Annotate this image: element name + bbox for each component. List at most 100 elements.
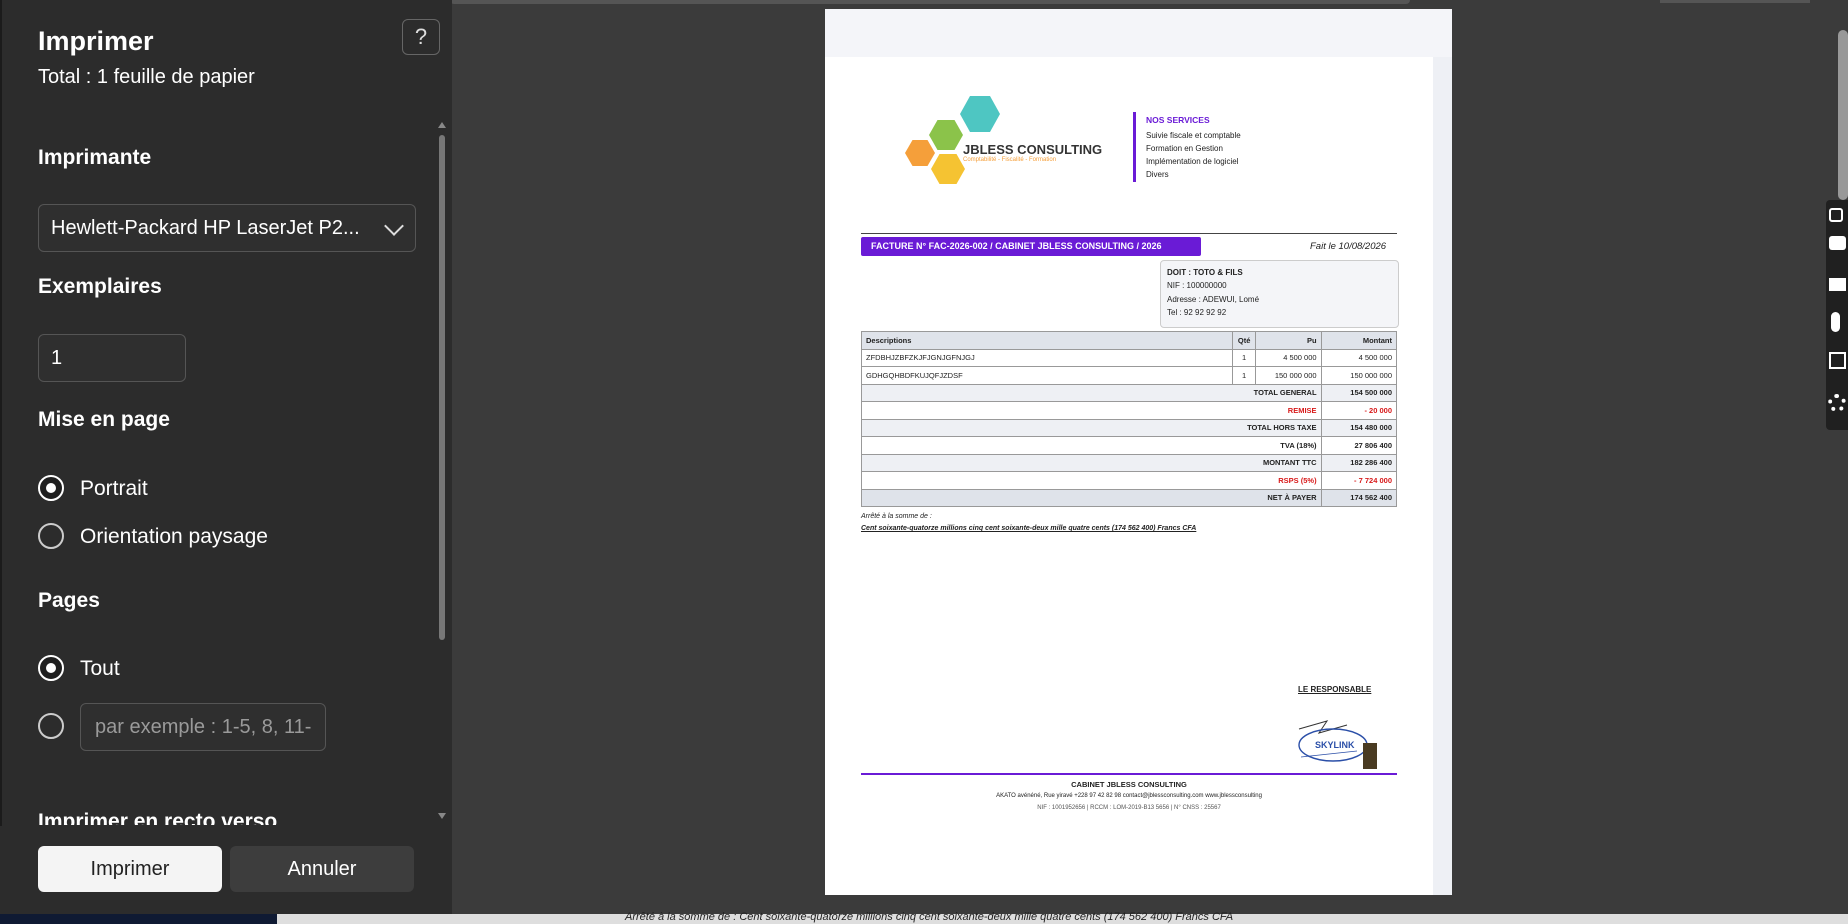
screen-icon[interactable] — [1829, 278, 1846, 291]
header-amount: Montant — [1320, 331, 1398, 350]
printer-label: Imprimante — [38, 146, 152, 169]
pages-all-label: Tout — [80, 657, 120, 680]
client-box: DOIT : TOTO & FILS NIF : 100000000 Adres… — [1160, 260, 1399, 328]
dialog-footer: Imprimer Annuler — [0, 826, 452, 924]
service-item: Divers — [1146, 170, 1169, 179]
print-button[interactable]: Imprimer — [38, 846, 222, 892]
company-tagline: Comptabilité - Fiscalité - Formation — [963, 157, 1057, 163]
microphone-icon[interactable] — [1831, 312, 1840, 332]
total-label: MONTANT TTC — [861, 453, 1322, 472]
total-row: TOTAL HORS TAXE 154 480 000 — [861, 418, 1398, 437]
page-right-band — [1433, 57, 1452, 895]
table-row: GDHGQHBDFKUJQFJZDSF 1 150 000 000 150 00… — [860, 366, 1398, 385]
dialog-title: Imprimer — [38, 26, 154, 56]
footer-ids: NIF : 1001952656 | RCCM : LOM-2019-B13 5… — [1037, 805, 1221, 811]
client-nif: NIF : 100000000 — [1167, 281, 1227, 290]
pages-range-radio[interactable] — [38, 713, 64, 739]
total-value: 27 806 400 — [1320, 436, 1398, 455]
dialog-scrollbar[interactable] — [438, 120, 446, 825]
copies-input[interactable]: 1 — [38, 334, 186, 382]
total-row: RSPS (5%) - 7 724 000 — [861, 471, 1398, 490]
client-address: Adresse : ADEWUI, Lomé — [1167, 295, 1260, 304]
chevron-down-icon — [384, 216, 404, 236]
services-title: NOS SERVICES — [1146, 115, 1210, 125]
link-icon[interactable] — [1829, 208, 1843, 222]
rsps-value: - 7 724 000 — [1320, 471, 1398, 490]
amount-words: Cent soixante-quatorze millions cinq cen… — [861, 525, 1197, 532]
stamp-text: SKYLINK — [1315, 740, 1355, 750]
invoice-date: Fait le 10/08/2026 — [1310, 241, 1387, 252]
net-value: 174 562 400 — [1320, 488, 1398, 507]
total-row: TOTAL GENERAL 154 500 000 — [861, 383, 1398, 402]
invoice-table: Descriptions Qté Pu Montant ZFDBHJZBFZKJ… — [860, 331, 1398, 507]
browser-top-bar — [450, 0, 1410, 4]
total-value: 182 286 400 — [1320, 453, 1398, 472]
taskbar-left — [0, 914, 277, 924]
pages-range-placeholder: par exemple : 1-5, 8, 11- — [95, 716, 312, 738]
printer-select[interactable]: Hewlett-Packard HP LaserJet P2... — [38, 204, 416, 252]
portrait-radio[interactable] — [38, 475, 64, 501]
browser-top-bar-right — [1660, 0, 1810, 3]
scroll-up-icon[interactable] — [438, 122, 446, 128]
pages-label: Pages — [38, 589, 100, 612]
total-label: TOTAL HORS TAXE — [861, 418, 1322, 437]
invoice-title: FACTURE N° FAC-2026-002 / CABINET JBLESS… — [861, 237, 1201, 256]
row-amount: 150 000 000 — [1320, 366, 1398, 385]
service-item: Suivie fiscale et comptable — [1146, 131, 1241, 140]
responsible-label: LE RESPONSABLE — [1298, 685, 1372, 694]
camera-icon[interactable] — [1829, 236, 1846, 250]
footer-divider — [861, 773, 1397, 775]
pages-range-input[interactable]: par exemple : 1-5, 8, 11- — [80, 703, 326, 751]
print-preview-page: JBLESS CONSULTING Comptabilité - Fiscali… — [825, 9, 1452, 895]
header-qty: Qté — [1232, 331, 1257, 350]
client-phone: Tel : 92 92 92 92 — [1167, 308, 1227, 317]
pages-all-radio[interactable] — [38, 655, 64, 681]
total-row: TVA (18%) 27 806 400 — [861, 436, 1398, 455]
row-description: GDHGQHBDFKUJQFJZDSF — [860, 366, 1234, 385]
table-header-row: Descriptions Qté Pu Montant — [860, 331, 1398, 350]
window-icon[interactable] — [1829, 352, 1846, 369]
copies-label: Exemplaires — [38, 275, 162, 298]
net-row: NET À PAYER 174 562 400 — [861, 488, 1398, 507]
discount-label: REMISE — [861, 401, 1322, 420]
side-toolbar — [1826, 200, 1848, 430]
rsps-label: RSPS (5%) — [861, 471, 1322, 490]
total-value: 154 500 000 — [1320, 383, 1398, 402]
net-label: NET À PAYER — [861, 488, 1322, 507]
landscape-radio[interactable] — [38, 523, 64, 549]
background-page-strip: Arrêté à la somme de : Cent soixante-qua… — [277, 911, 1848, 924]
row-qty: 1 — [1232, 348, 1257, 367]
row-pu: 150 000 000 — [1255, 366, 1322, 385]
help-button[interactable]: ? — [402, 19, 440, 55]
total-row: REMISE - 20 000 — [861, 401, 1398, 420]
window-scrollbar[interactable] — [1838, 30, 1848, 200]
row-description: ZFDBHJZBFZKJFJGNJGFNJGJ — [860, 348, 1234, 367]
gear-icon[interactable] — [1828, 394, 1846, 412]
scroll-thumb[interactable] — [439, 135, 445, 640]
duplex-label: Imprimer en recto verso — [38, 810, 278, 825]
row-qty: 1 — [1232, 366, 1257, 385]
row-pu: 4 500 000 — [1255, 348, 1322, 367]
print-dialog: Imprimer Total : 1 feuille de papier ? I… — [0, 0, 452, 924]
printer-value: Hewlett-Packard HP LaserJet P2... — [51, 217, 360, 239]
cancel-button[interactable]: Annuler — [230, 846, 414, 892]
service-item: Implémentation de logiciel — [1146, 157, 1239, 166]
table-row: ZFDBHJZBFZKJFJGNJGFNJGJ 1 4 500 000 4 50… — [860, 348, 1398, 367]
company-name: JBLESS CONSULTING — [963, 142, 1103, 157]
scroll-down-icon[interactable] — [438, 813, 446, 819]
portrait-label: Portrait — [80, 477, 148, 500]
header-pu: Pu — [1255, 331, 1322, 350]
settings-scroll-area: Imprimante Hewlett-Packard HP LaserJet P… — [0, 120, 452, 825]
header-divider — [861, 233, 1397, 234]
layout-label: Mise en page — [38, 408, 170, 431]
background-amount-text: Arrêté à la somme de : Cent soixante-qua… — [625, 911, 1234, 923]
sheet-count: Total : 1 feuille de papier — [38, 66, 255, 88]
footer-company: CABINET JBLESS CONSULTING — [1071, 780, 1187, 789]
total-row: MONTANT TTC 182 286 400 — [861, 453, 1398, 472]
copies-value: 1 — [51, 347, 63, 369]
header-descriptions: Descriptions — [860, 331, 1234, 350]
service-item: Formation en Gestion — [1146, 144, 1223, 153]
services-accent-bar — [1133, 112, 1136, 182]
total-value: 154 480 000 — [1320, 418, 1398, 437]
client-name: DOIT : TOTO & FILS — [1167, 268, 1243, 277]
